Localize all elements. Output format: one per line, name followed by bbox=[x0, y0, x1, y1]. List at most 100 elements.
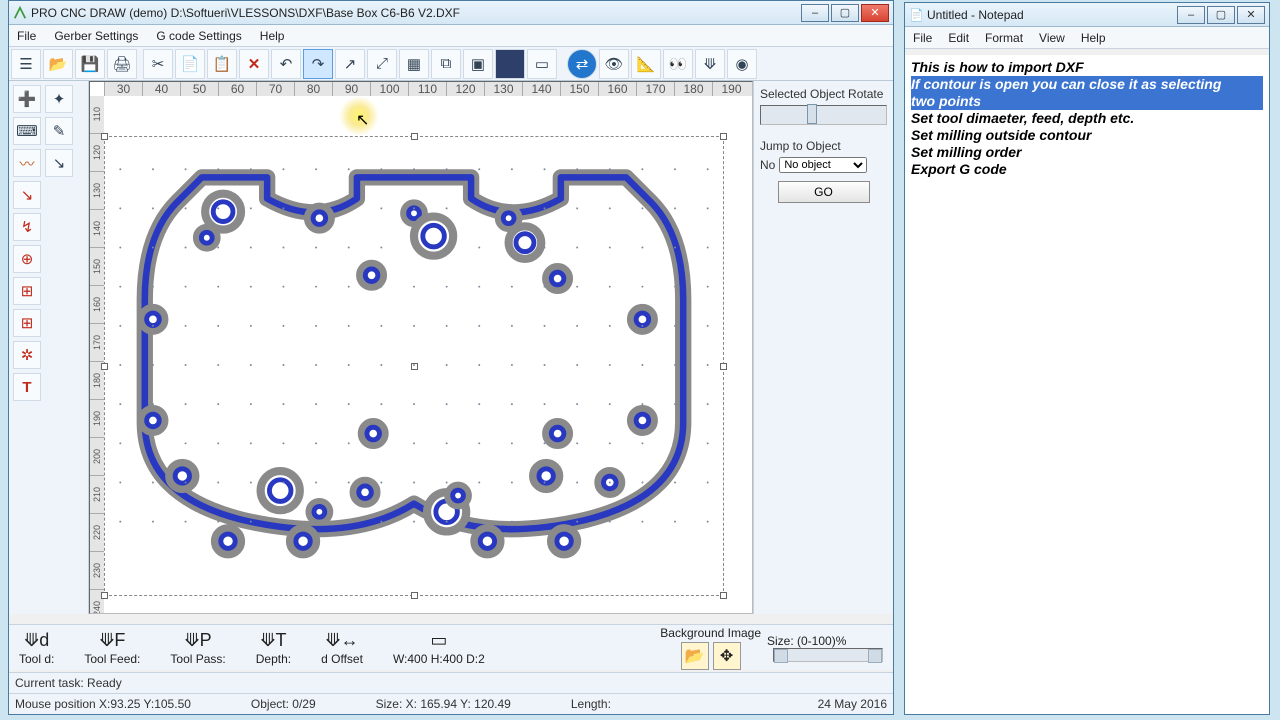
delete-icon[interactable]: ✕ bbox=[239, 49, 269, 79]
right-panel: Selected Object Rotate Jump to Object No… bbox=[753, 81, 893, 614]
menu-help[interactable]: Help bbox=[260, 29, 285, 43]
text-icon[interactable]: T bbox=[13, 373, 41, 401]
titlebar[interactable]: PRO CNC DRAW (demo) D:\Softueri\VLESSONS… bbox=[9, 1, 893, 25]
keyboard-icon[interactable]: ⌨ bbox=[13, 117, 41, 145]
tool-feed-label: Tool Feed: bbox=[84, 652, 140, 666]
polyline-icon[interactable]: ⤢ bbox=[367, 49, 397, 79]
undo-icon[interactable]: ↶ bbox=[271, 49, 301, 79]
np-line: Export G code bbox=[911, 161, 1263, 178]
np-line: Set milling outside contour bbox=[911, 127, 1263, 144]
drawing-svg bbox=[104, 130, 724, 600]
route-icon[interactable]: 〰 bbox=[13, 149, 41, 177]
snap-icon[interactable]: ✦ bbox=[45, 85, 73, 113]
copy-icon[interactable]: 📄 bbox=[175, 49, 205, 79]
canvas[interactable]: 3040506070809010011012013014015016017018… bbox=[89, 81, 753, 614]
app-icon bbox=[13, 6, 27, 20]
square-plus-icon[interactable]: ⊞ bbox=[13, 277, 41, 305]
bg-size-scroll[interactable] bbox=[773, 648, 883, 662]
np-close-button[interactable]: ✕ bbox=[1237, 6, 1265, 24]
np-menu-file[interactable]: File bbox=[913, 31, 932, 45]
open-icon[interactable]: 📂 bbox=[43, 49, 73, 79]
depth-icon: ⟱T bbox=[260, 630, 286, 651]
print-icon[interactable]: 🖨 bbox=[107, 49, 137, 79]
drill-icon[interactable]: ⟱ bbox=[695, 49, 725, 79]
tool-feed-icon: ⟱F bbox=[99, 630, 125, 651]
pick-icon[interactable]: ↘ bbox=[45, 149, 73, 177]
status-bar-2: Mouse position X:93.25 Y:105.50 Object: … bbox=[9, 693, 893, 714]
bg-move-button[interactable]: ✥ bbox=[713, 642, 741, 670]
np-line: Set tool dimaeter, feed, depth etc. bbox=[911, 110, 1263, 127]
bg-label: Background Image bbox=[660, 626, 761, 640]
cut-icon[interactable]: ✂ bbox=[143, 49, 173, 79]
tool-pass-icon: ⟱P bbox=[185, 630, 212, 651]
rotate-label: Selected Object Rotate bbox=[760, 87, 887, 101]
tool-pass-label: Tool Pass: bbox=[170, 652, 225, 666]
view-icon[interactable]: 👀 bbox=[663, 49, 693, 79]
group-icon[interactable]: ▣ bbox=[463, 49, 493, 79]
menu-file[interactable]: File bbox=[17, 29, 36, 43]
go-button[interactable]: GO bbox=[778, 181, 870, 203]
menu-gerber[interactable]: Gerber Settings bbox=[54, 29, 138, 43]
probe-icon[interactable]: ↯ bbox=[13, 213, 41, 241]
fill-frame-icon[interactable]: ▭ bbox=[527, 49, 557, 79]
np-line: two points bbox=[911, 93, 1263, 110]
status-length: Length: bbox=[571, 697, 611, 711]
np-menu-help[interactable]: Help bbox=[1081, 31, 1106, 45]
no-label: No bbox=[760, 158, 775, 172]
square-plus2-icon[interactable]: ⊞ bbox=[13, 309, 41, 337]
offset-icon: ⟱↔ bbox=[325, 630, 358, 651]
main-toolbar: ☰ 📂 💾 🖨 ✂ 📄 📋 ✕ ↶ ↷ ↗ ⤢ ▦ ⧉ ▣ ▭ ⇄ 👁 📐 👀 … bbox=[9, 47, 893, 81]
edit-path-icon[interactable]: ✎ bbox=[45, 117, 73, 145]
gear-icon[interactable]: ✲ bbox=[13, 341, 41, 369]
grid-icon[interactable]: ▦ bbox=[399, 49, 429, 79]
np-min-button[interactable]: – bbox=[1177, 6, 1205, 24]
layers-icon[interactable]: 📐 bbox=[631, 49, 661, 79]
maximize-button[interactable]: ▢ bbox=[831, 4, 859, 22]
menubar: File Gerber Settings G code Settings Hel… bbox=[9, 25, 893, 47]
np-textarea[interactable]: This is how to import DXFIf contour is o… bbox=[905, 55, 1269, 714]
np-titlebar[interactable]: 📄 Untitled - Notepad – ▢ ✕ bbox=[905, 3, 1269, 27]
np-title: Untitled - Notepad bbox=[927, 8, 1177, 22]
redo-icon[interactable]: ↷ bbox=[303, 49, 333, 79]
line2-icon[interactable]: ↘ bbox=[13, 181, 41, 209]
tool-d-label: Tool d: bbox=[19, 652, 54, 666]
status-date: 24 May 2016 bbox=[818, 697, 887, 711]
tool-d-icon: ⟱d bbox=[24, 630, 49, 651]
list-icon[interactable]: ☰ bbox=[11, 49, 41, 79]
align-icon[interactable]: ⧉ bbox=[431, 49, 461, 79]
rotate-slider[interactable] bbox=[760, 105, 887, 125]
object-select[interactable]: No object bbox=[779, 157, 867, 173]
status-size: Size: X: 165.94 Y: 120.49 bbox=[376, 697, 511, 711]
menu-gcode[interactable]: G code Settings bbox=[156, 29, 241, 43]
left-toolbar: ➕ ✦ ⌨ ✎ 〰 ↘ ↘ ↯ ⊕ ⊞ ⊞ ✲ T bbox=[9, 81, 89, 614]
line-tool-icon[interactable]: ↗ bbox=[335, 49, 365, 79]
direction-icon[interactable]: ⇄ bbox=[567, 49, 597, 79]
canvas-label: W:400 H:400 D:2 bbox=[393, 652, 485, 666]
window-title: PRO CNC DRAW (demo) D:\Softueri\VLESSONS… bbox=[31, 6, 801, 20]
minimize-button[interactable]: – bbox=[801, 4, 829, 22]
cnc-window: PRO CNC DRAW (demo) D:\Softueri\VLESSONS… bbox=[8, 0, 894, 715]
pointer-icon[interactable]: ➕ bbox=[13, 85, 41, 113]
np-menu-edit[interactable]: Edit bbox=[948, 31, 969, 45]
np-line: This is how to import DXF bbox=[911, 59, 1263, 76]
eye-icon[interactable]: 👁 bbox=[599, 49, 629, 79]
preview-icon[interactable]: ◉ bbox=[727, 49, 757, 79]
paste-icon[interactable]: 📋 bbox=[207, 49, 237, 79]
depth-label: Depth: bbox=[256, 652, 291, 666]
np-menu-view[interactable]: View bbox=[1039, 31, 1065, 45]
save-icon[interactable]: 💾 bbox=[75, 49, 105, 79]
jump-label: Jump to Object bbox=[760, 139, 887, 153]
np-menu-format[interactable]: Format bbox=[985, 31, 1023, 45]
offset-label: d Offset bbox=[321, 652, 363, 666]
circle-plus-icon[interactable]: ⊕ bbox=[13, 245, 41, 273]
bg-open-button[interactable]: 📂 bbox=[681, 642, 709, 670]
canvas-icon: ▭ bbox=[430, 630, 447, 651]
status-mouse: Mouse position X:93.25 Y:105.50 bbox=[15, 697, 191, 711]
close-button[interactable]: ✕ bbox=[861, 4, 889, 22]
fill-dark-icon[interactable] bbox=[495, 49, 525, 79]
bg-size-label: Size: (0-100)% bbox=[767, 634, 883, 648]
notepad-window: 📄 Untitled - Notepad – ▢ ✕ File Edit For… bbox=[904, 2, 1270, 715]
ruler-horizontal: 3040506070809010011012013014015016017018… bbox=[104, 82, 752, 96]
status-bar-1: Current task: Ready bbox=[9, 672, 893, 693]
np-max-button[interactable]: ▢ bbox=[1207, 6, 1235, 24]
